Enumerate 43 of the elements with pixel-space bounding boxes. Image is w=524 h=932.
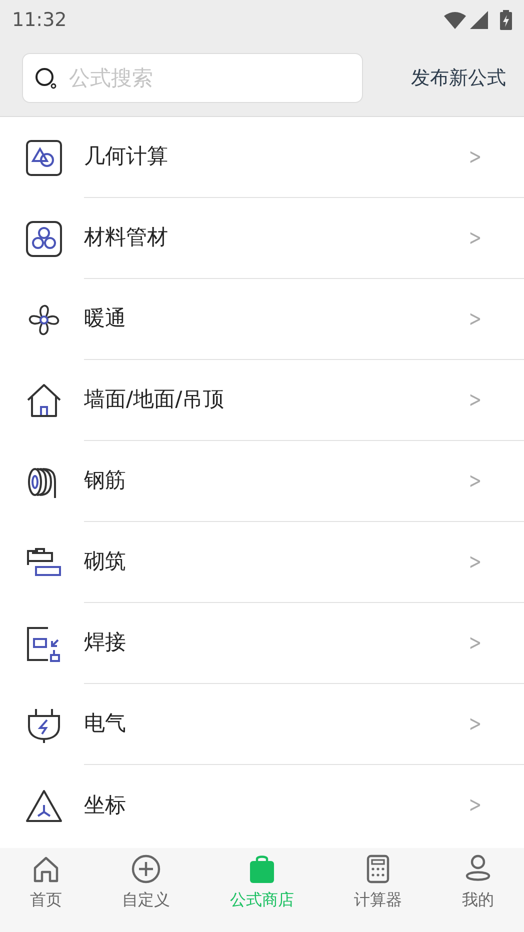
- circles-icon: [24, 218, 64, 258]
- nav-tab[interactable]: 自定义: [92, 848, 200, 932]
- category-label: 材料管材: [84, 224, 168, 252]
- chevron-icon: >: [468, 789, 482, 822]
- category-item[interactable]: 几何计算 >: [84, 117, 524, 198]
- battery-icon: [500, 10, 512, 30]
- search-field[interactable]: 公式搜索: [22, 53, 363, 103]
- shapes-icon: [24, 138, 64, 178]
- nav-tab[interactable]: 首页: [0, 848, 92, 932]
- publish-formula-button[interactable]: 发布新公式: [411, 64, 506, 92]
- chevron-icon: >: [468, 546, 482, 578]
- category-item[interactable]: 暖通 >: [84, 279, 524, 360]
- category-item[interactable]: 砌筑 >: [84, 522, 524, 603]
- category-label: 焊接: [84, 629, 126, 656]
- chevron-icon: >: [468, 708, 482, 740]
- category-item[interactable]: 材料管材 >: [84, 198, 524, 279]
- chevron-icon: >: [468, 140, 482, 174]
- category-item[interactable]: 焊接 >: [84, 603, 524, 684]
- category-label: 暖通: [84, 305, 126, 332]
- category-label: 电气: [84, 710, 126, 738]
- category-item[interactable]: 墙面/地面/吊顶 >: [84, 360, 524, 441]
- category-item[interactable]: 钢筋 >: [84, 441, 524, 522]
- chevron-icon: >: [468, 464, 482, 498]
- category-label: 坐标: [84, 792, 126, 819]
- category-item[interactable]: 坐标 >: [84, 765, 524, 846]
- category-label: 钢筋: [84, 467, 126, 494]
- wifi-icon: [444, 12, 466, 28]
- signal-icon: [470, 11, 488, 29]
- chevron-icon: >: [468, 222, 482, 254]
- home-icon: [31, 854, 61, 884]
- category-label: 砌筑: [84, 548, 126, 576]
- status-time: 11:32: [12, 8, 67, 33]
- category-item[interactable]: 电气 >: [84, 684, 524, 765]
- chevron-icon: >: [468, 384, 482, 416]
- plus-circle-icon: [131, 854, 161, 884]
- nav-tab[interactable]: 我的: [432, 848, 524, 932]
- category-label: 墙面/地面/吊顶: [84, 386, 224, 414]
- shopping-bag-icon: [247, 854, 277, 884]
- person-icon: [463, 854, 493, 884]
- nav-tab[interactable]: 计算器: [324, 848, 432, 932]
- chevron-icon: >: [468, 626, 482, 660]
- category-label: 几何计算: [84, 143, 168, 170]
- chevron-icon: >: [468, 302, 482, 336]
